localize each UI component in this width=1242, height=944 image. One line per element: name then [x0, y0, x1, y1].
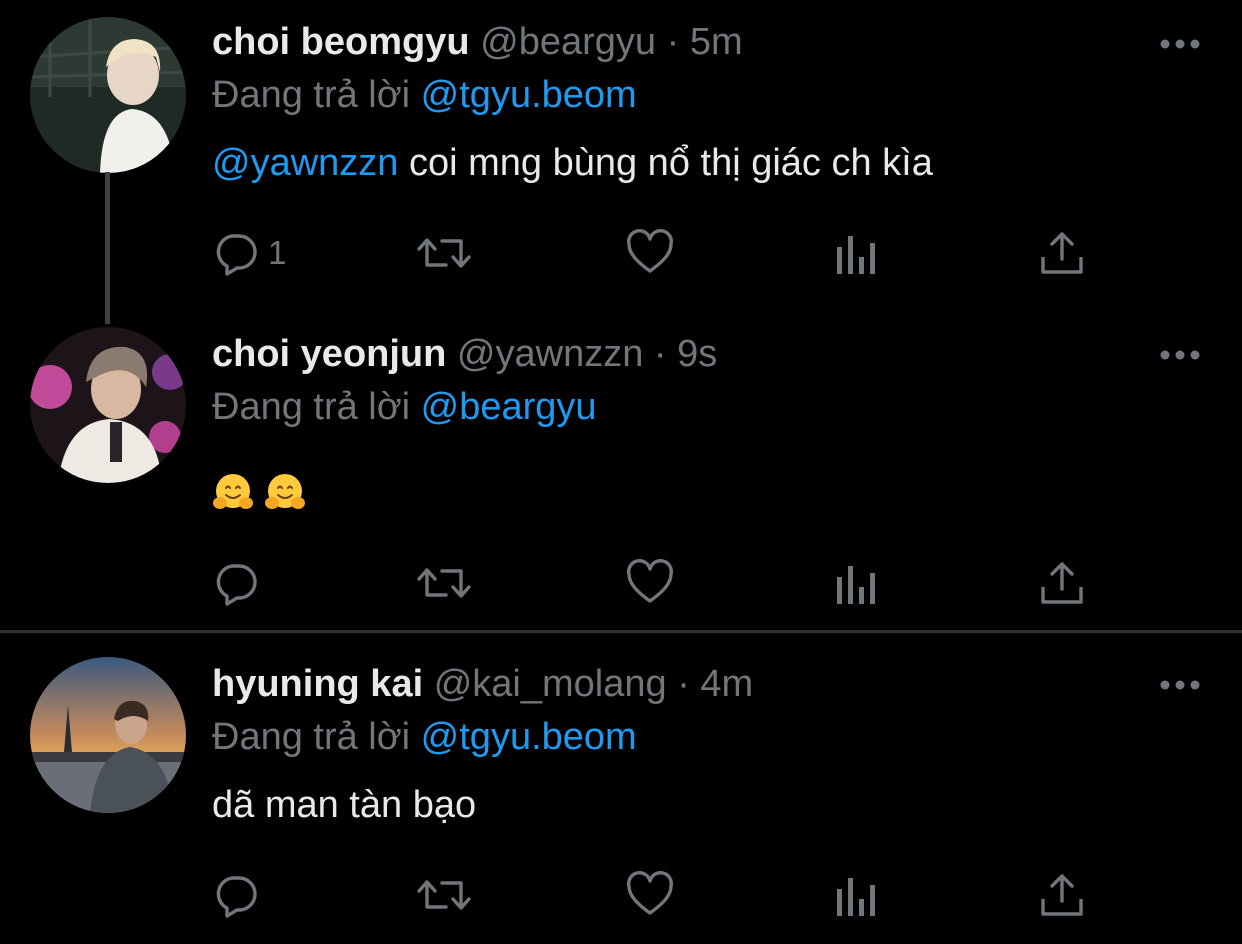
- reply-button[interactable]: [212, 558, 260, 608]
- retweet-button[interactable]: [416, 870, 472, 920]
- views-button[interactable]: [834, 558, 878, 608]
- speech-bubble-icon: [216, 234, 257, 276]
- heart-icon: [627, 559, 673, 603]
- ellipsis-icon: [1160, 39, 1200, 49]
- username[interactable]: @yawnzzn: [457, 333, 643, 375]
- replying-to-mention[interactable]: @tgyu.beom: [421, 74, 637, 116]
- retweet-button[interactable]: [416, 558, 472, 608]
- share-button[interactable]: [1038, 870, 1086, 920]
- ellipsis-icon: [1160, 350, 1200, 360]
- more-options-button[interactable]: [1158, 34, 1202, 54]
- more-options-button[interactable]: [1158, 675, 1202, 695]
- tweet-actions: 1: [212, 228, 1112, 278]
- retweet-arrows-icon: [417, 568, 471, 598]
- reply-button[interactable]: [212, 870, 260, 920]
- tweet-text-content: coi mng bùng nổ thị giác ch kìa: [398, 142, 933, 184]
- views-button[interactable]: [834, 228, 878, 278]
- tweet-divider: [0, 630, 1242, 633]
- share-upload-icon: [1041, 874, 1083, 916]
- like-button[interactable]: [626, 558, 674, 608]
- replying-to: Đang trả lời @beargyu: [212, 384, 597, 430]
- speech-bubble-icon: [216, 876, 257, 918]
- timestamp[interactable]: 5m: [690, 21, 743, 63]
- tweet-text: [212, 468, 316, 514]
- share-upload-icon: [1041, 562, 1083, 604]
- username[interactable]: @beargyu: [480, 21, 656, 63]
- more-options-button[interactable]: [1158, 345, 1202, 365]
- share-button[interactable]: [1038, 558, 1086, 608]
- retweet-arrows-icon: [417, 238, 471, 268]
- tweet-header: choi beomgyu @beargyu · 5m: [212, 19, 743, 65]
- bar-chart-icon: [837, 236, 875, 274]
- replying-to-label: Đang trả lời: [212, 716, 411, 758]
- share-button[interactable]: [1038, 228, 1086, 278]
- views-button[interactable]: [834, 870, 878, 920]
- replying-to: Đang trả lời @tgyu.beom: [212, 72, 637, 118]
- tweet-actions: [212, 870, 1112, 920]
- display-name[interactable]: choi yeonjun: [212, 333, 446, 375]
- separator-dot: ·: [653, 333, 667, 375]
- avatar[interactable]: [30, 657, 186, 813]
- heart-icon: [627, 229, 673, 273]
- tweet-mention[interactable]: @yawnzzn: [212, 142, 398, 184]
- replying-to-label: Đang trả lời: [212, 386, 411, 428]
- ellipsis-icon: [1160, 680, 1200, 690]
- retweet-button[interactable]: [416, 228, 472, 278]
- retweet-arrows-icon: [417, 880, 471, 910]
- tweet-thread: choi beomgyu @beargyu · 5m Đang trả lời …: [0, 0, 1242, 944]
- replying-to: Đang trả lời @tgyu.beom: [212, 714, 637, 760]
- avatar[interactable]: [30, 17, 186, 173]
- separator-dot: ·: [677, 663, 690, 705]
- timestamp[interactable]: 9s: [677, 333, 717, 375]
- hugging-face-emoji: [213, 473, 253, 509]
- hugging-face-emoji: [265, 473, 305, 509]
- display-name[interactable]: hyuning kai: [212, 663, 423, 705]
- replying-to-mention[interactable]: @tgyu.beom: [421, 716, 637, 758]
- separator-dot: ·: [666, 21, 680, 63]
- reply-button[interactable]: 1: [212, 228, 286, 278]
- replying-to-label: Đang trả lời: [212, 74, 411, 116]
- bar-chart-icon: [837, 566, 875, 604]
- like-button[interactable]: [626, 870, 674, 920]
- like-button[interactable]: [626, 228, 674, 278]
- tweet-text: dã man tàn bạo: [212, 784, 477, 826]
- avatar[interactable]: [30, 327, 186, 483]
- tweet-text: @yawnzzn coi mng bùng nổ thị giác ch kìa: [212, 140, 933, 186]
- tweet-actions: [212, 558, 1112, 608]
- heart-icon: [627, 871, 673, 915]
- display-name[interactable]: choi beomgyu: [212, 21, 470, 63]
- tweet-header: choi yeonjun @yawnzzn · 9s: [212, 331, 717, 377]
- reply-count: 1: [268, 234, 287, 271]
- tweet-header: hyuning kai @kai_molang · 4m: [212, 661, 753, 707]
- bar-chart-icon: [837, 878, 875, 916]
- share-upload-icon: [1041, 232, 1083, 274]
- speech-bubble-icon: [216, 564, 257, 606]
- thread-connector-line: [105, 172, 110, 324]
- username[interactable]: @kai_molang: [434, 663, 667, 705]
- timestamp[interactable]: 4m: [700, 663, 753, 705]
- replying-to-mention[interactable]: @beargyu: [421, 386, 597, 428]
